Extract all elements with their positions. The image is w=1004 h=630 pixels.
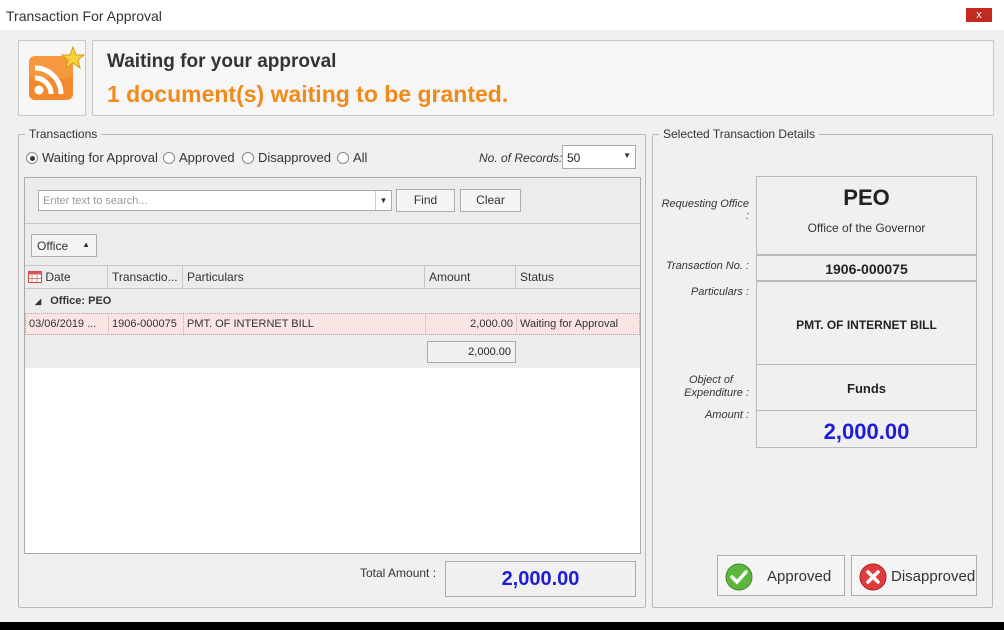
column-header-particulars[interactable]: Particulars (183, 266, 425, 288)
total-amount-label: Total Amount : (360, 566, 437, 580)
grid-toolbar: Enter text to search... ▼ Find Clear Off… (25, 178, 640, 368)
column-header-status[interactable]: Status (516, 266, 640, 288)
object-label-line1: Object of (688, 374, 733, 386)
requesting-office-box: PEO Office of the Governor (756, 176, 977, 255)
approve-button[interactable]: Approved (717, 555, 845, 596)
group-by-label: Office (37, 239, 69, 253)
column-header-date[interactable]: Date (25, 266, 108, 288)
records-select[interactable]: 50 ▼ (562, 145, 636, 169)
approval-message-box: Waiting for your approval 1 document(s) … (92, 40, 994, 116)
filter-all-label: All (353, 150, 368, 165)
check-icon (725, 563, 753, 591)
amount-box: 2,000.00 (756, 410, 977, 448)
radio-icon (242, 151, 254, 164)
cell-amount: 2,000.00 (426, 314, 517, 334)
office-code: PEO (843, 185, 890, 210)
records-label: No. of Records: (479, 151, 563, 165)
cell-transaction-no: 1906-000075 (109, 314, 184, 334)
filter-all-radio[interactable]: All (337, 150, 367, 165)
approval-header: Waiting for your approval 1 document(s) … (18, 40, 994, 116)
clear-button[interactable]: Clear (460, 189, 521, 212)
cell-date: 03/06/2019 ... (26, 314, 109, 334)
search-input[interactable]: Enter text to search... ▼ (38, 190, 392, 211)
cell-particulars: PMT. OF INTERNET BILL (184, 314, 426, 334)
total-amount-value: 2,000.00 (445, 561, 636, 597)
group-sum-amount: 2,000.00 (427, 341, 516, 363)
sort-up-icon: ▲ (82, 240, 90, 249)
radio-selected-icon (26, 151, 38, 164)
calendar-icon (28, 271, 42, 283)
object-label-line2: Expenditure : (684, 387, 749, 399)
pending-count-message: 1 document(s) waiting to be granted. (107, 81, 509, 107)
disapprove-button-label: Disapproved (891, 568, 976, 585)
dropdown-arrow-icon: ▼ (623, 151, 631, 160)
disapprove-button[interactable]: Disapproved (851, 555, 977, 596)
find-button[interactable]: Find (396, 189, 455, 212)
header-title: Waiting for your approval (107, 51, 337, 72)
transactions-grid: Enter text to search... ▼ Find Clear Off… (24, 177, 641, 554)
group-row-label: Office: PEO (50, 295, 112, 307)
particulars-box: PMT. OF INTERNET BILL (756, 281, 977, 365)
transaction-no-label: Transaction No. : (666, 260, 749, 272)
records-value: 50 (567, 151, 581, 165)
filter-approved-label: Approved (179, 150, 235, 165)
column-header-date-label: Date (45, 270, 71, 284)
window-title: Transaction For Approval (6, 8, 162, 24)
table-row[interactable]: 03/06/2019 ... 1906-000075 PMT. OF INTER… (25, 313, 640, 335)
object-value: Funds (847, 381, 886, 396)
title-bar: Transaction For Approval x (0, 0, 1004, 30)
filter-disapproved-radio[interactable]: Disapproved (242, 150, 331, 165)
transaction-no-value: 1906-000075 (825, 261, 908, 277)
search-dropdown-icon[interactable]: ▼ (375, 191, 391, 210)
cell-status: Waiting for Approval (520, 318, 619, 330)
divider (25, 223, 640, 224)
column-header-transaction[interactable]: Transactio... (108, 266, 183, 288)
amount-value: 2,000.00 (823, 419, 910, 444)
approve-button-label: Approved (767, 568, 832, 585)
details-legend: Selected Transaction Details (663, 127, 816, 141)
close-button[interactable]: x (966, 8, 992, 22)
collapse-triangle-icon[interactable]: ◢ (35, 297, 41, 306)
transactions-legend: Transactions (29, 127, 98, 141)
filter-approved-radio[interactable]: Approved (163, 150, 235, 165)
rss-feed-icon (18, 40, 86, 116)
transaction-no-box: 1906-000075 (756, 255, 977, 281)
filter-waiting-label: Waiting for Approval (42, 150, 158, 165)
requesting-office-label: Requesting Office : (661, 198, 749, 222)
radio-icon (337, 151, 349, 164)
column-header-amount[interactable]: Amount (425, 266, 516, 288)
particulars-label: Particulars : (690, 286, 749, 298)
group-row-office[interactable]: ◢ Office: PEO (25, 289, 640, 313)
object-expenditure-box: Funds (756, 365, 977, 410)
x-circle-icon (859, 563, 887, 591)
particulars-value: PMT. OF INTERNET BILL (796, 318, 937, 332)
transaction-approval-window: Transaction For Approval x Waiting for y… (0, 0, 1004, 622)
group-by-office-chip[interactable]: Office ▲ (31, 234, 97, 257)
amount-label: Amount : (704, 409, 749, 421)
search-placeholder: Enter text to search... (43, 195, 148, 207)
filter-waiting-radio[interactable]: Waiting for Approval (26, 150, 158, 165)
radio-icon (163, 151, 175, 164)
filter-disapproved-label: Disapproved (258, 150, 331, 165)
office-name: Office of the Governor (807, 221, 926, 235)
